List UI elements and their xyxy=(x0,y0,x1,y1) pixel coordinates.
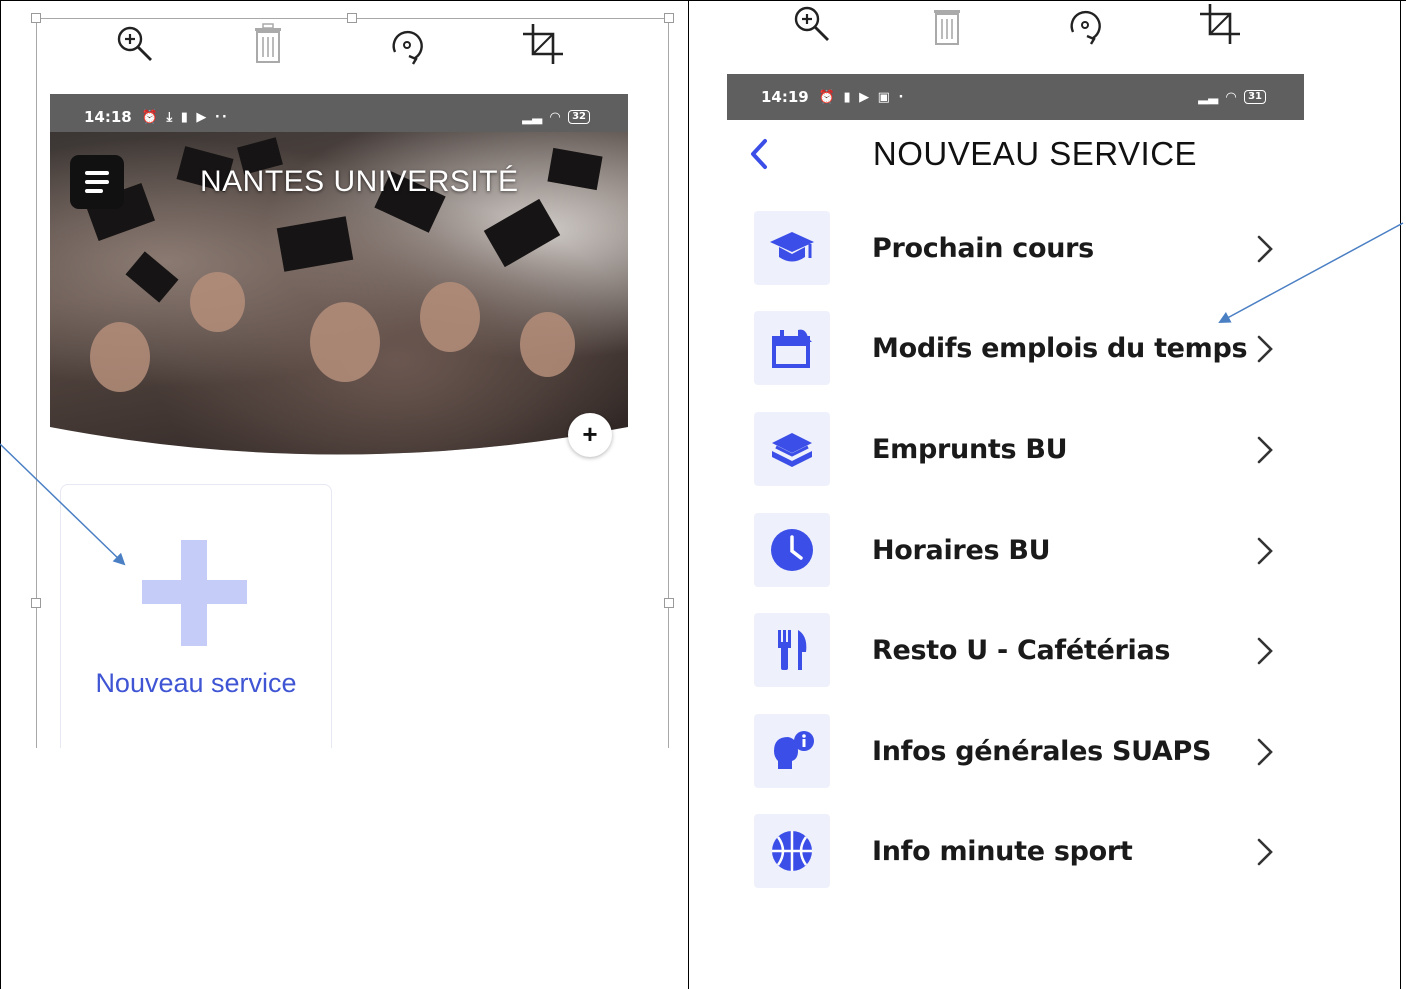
chevron-right-icon xyxy=(1257,436,1273,464)
battery-icon: 32 xyxy=(568,110,590,124)
service-label: Modifs emplois du temps xyxy=(872,333,1248,364)
service-label: Prochain cours xyxy=(872,233,1094,264)
crowd-face xyxy=(310,302,380,382)
service-label: Resto U - Cafétérias xyxy=(872,635,1171,666)
service-row-suaps[interactable]: Infos générales SUAPS xyxy=(754,714,1294,790)
menu-line xyxy=(85,189,103,193)
new-service-label: Nouveau service xyxy=(95,668,297,698)
page-title: NOUVEAU SERVICE xyxy=(872,135,1198,172)
service-label: Emprunts BU xyxy=(872,434,1068,465)
table-border-left xyxy=(0,0,1,989)
mortarboard-cap xyxy=(484,199,560,267)
status-right-icons: ▂▃ ◠ 31 xyxy=(1198,90,1266,105)
chevron-right-icon xyxy=(1257,537,1273,565)
service-row-modifs-edt[interactable]: Modifs emplois du temps xyxy=(754,311,1294,387)
resize-handle-top-right[interactable] xyxy=(664,13,674,23)
calendar-icon xyxy=(772,329,812,368)
menu-line xyxy=(85,171,109,175)
service-row-info-sport[interactable]: Info minute sport xyxy=(754,814,1294,890)
wifi-icon: ◠ xyxy=(1226,89,1237,105)
service-row-horaires-bu[interactable]: Horaires BU xyxy=(754,513,1294,589)
resize-handle-top-left[interactable] xyxy=(31,13,41,23)
books-icon xyxy=(772,433,812,467)
status-notification-icons: ⏰ ▮ ▶ ▣ · xyxy=(818,89,906,105)
zoom-in-icon[interactable] xyxy=(113,22,157,66)
service-label: Info minute sport xyxy=(872,836,1133,867)
row-icon-box xyxy=(754,714,830,788)
plus-icon-bar xyxy=(142,580,247,604)
clock-icon xyxy=(771,529,813,571)
status-notification-icons: ⏰ ⤓ ▮ ▶ ·· xyxy=(141,109,229,125)
mortarboard-cap xyxy=(547,148,602,190)
row-icon-box xyxy=(754,311,830,385)
resize-handle-top-middle[interactable] xyxy=(347,13,357,23)
status-bar: 14:19 ⏰ ▮ ▶ ▣ · ▂▃ ◠ 31 xyxy=(727,74,1304,120)
crowd-face xyxy=(520,312,575,377)
trash-icon[interactable] xyxy=(925,4,969,48)
crowd-face xyxy=(420,282,480,352)
menu-line xyxy=(85,180,109,184)
zoom-in-icon[interactable] xyxy=(790,2,834,46)
chevron-right-icon xyxy=(1257,738,1273,766)
mortarboard-cap xyxy=(277,216,354,271)
rotate-icon[interactable] xyxy=(385,22,429,66)
chevron-right-icon xyxy=(1257,235,1273,263)
app-title: NANTES UNIVERSITÉ xyxy=(200,165,519,198)
graduation-cap-icon xyxy=(770,232,814,262)
status-time: 14:18 xyxy=(84,108,132,126)
service-label: Horaires BU xyxy=(872,535,1051,566)
chevron-right-icon xyxy=(1257,335,1273,363)
row-icon-box xyxy=(754,412,830,486)
info-person-icon xyxy=(774,731,814,769)
service-row-prochain-cours[interactable]: Prochain cours xyxy=(754,211,1294,287)
service-row-emprunts-bu[interactable]: Emprunts BU xyxy=(754,412,1294,488)
add-widget-button[interactable]: + xyxy=(568,413,612,457)
resize-handle-middle-left[interactable] xyxy=(31,598,41,608)
fork-knife-icon xyxy=(778,630,807,670)
status-time: 14:19 xyxy=(761,88,809,106)
back-chevron-icon[interactable] xyxy=(745,136,775,172)
basketball-icon xyxy=(772,831,812,871)
row-icon-box xyxy=(754,613,830,687)
signal-icon: ▂▃ xyxy=(522,109,543,125)
hamburger-menu-button[interactable] xyxy=(70,155,124,209)
wifi-icon: ◠ xyxy=(550,109,561,125)
rotate-icon[interactable] xyxy=(1063,2,1107,46)
row-icon-box xyxy=(754,814,830,888)
trash-icon[interactable] xyxy=(246,22,290,66)
document-page: 14:18 ⏰ ⤓ ▮ ▶ ·· ▂▃ ◠ 32 NANTES UNIVERSI… xyxy=(0,0,1406,989)
table-border-top xyxy=(0,0,1406,1)
chevron-right-icon xyxy=(1257,637,1273,665)
table-border-right xyxy=(1400,0,1401,989)
resize-handle-middle-right[interactable] xyxy=(664,598,674,608)
mortarboard-cap xyxy=(126,251,179,302)
status-right-icons: ▂▃ ◠ 32 xyxy=(522,110,590,125)
chevron-right-icon xyxy=(1257,838,1273,866)
table-border-middle xyxy=(688,0,689,989)
signal-icon: ▂▃ xyxy=(1198,89,1219,105)
row-icon-box xyxy=(754,211,830,285)
crowd-face xyxy=(90,322,150,392)
service-label: Infos générales SUAPS xyxy=(872,736,1212,767)
battery-icon: 31 xyxy=(1244,90,1266,104)
service-row-resto-u[interactable]: Resto U - Cafétérias xyxy=(754,613,1294,689)
crowd-face xyxy=(190,272,245,332)
row-icon-box xyxy=(754,513,830,587)
crop-icon[interactable] xyxy=(521,22,565,66)
crop-icon[interactable] xyxy=(1198,2,1242,46)
